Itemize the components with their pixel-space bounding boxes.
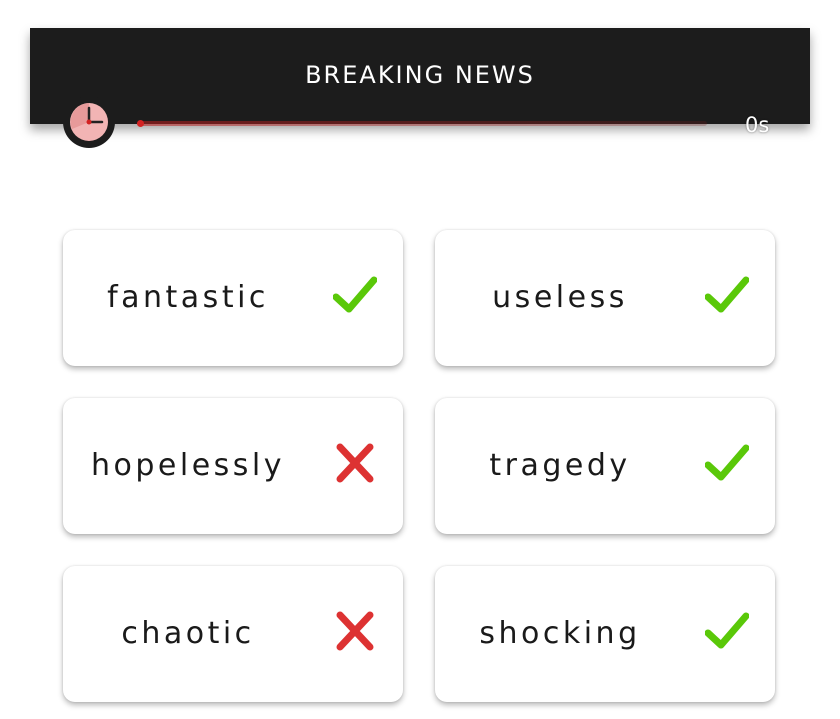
page-title: BREAKING NEWS — [305, 61, 535, 89]
cross-icon — [336, 443, 374, 483]
checkmark-icon — [705, 276, 749, 313]
timer-text: 0s — [745, 113, 770, 137]
header-bar: BREAKING NEWS — [30, 28, 810, 124]
answer-word: fantastic — [107, 280, 269, 315]
timer-progress-bar — [137, 120, 707, 127]
answer-word: hopelessly — [90, 448, 285, 483]
clock-icon — [63, 96, 115, 148]
checkmark-icon — [333, 276, 377, 313]
answer-card-chaotic[interactable]: chaotic — [63, 566, 403, 702]
answer-word: useless — [492, 280, 628, 315]
checkmark-icon — [705, 612, 749, 649]
cross-icon — [336, 611, 374, 651]
answer-card-shocking[interactable]: shocking — [435, 566, 775, 702]
answer-card-fantastic[interactable]: fantastic — [63, 230, 403, 366]
answer-card-hopelessly[interactable]: hopelessly — [63, 398, 403, 534]
answer-word: tragedy — [489, 448, 631, 483]
answer-card-tragedy[interactable]: tragedy — [435, 398, 775, 534]
timer-progress-indicator — [137, 120, 144, 127]
answer-card-useless[interactable]: useless — [435, 230, 775, 366]
answer-word: chaotic — [121, 616, 255, 651]
checkmark-icon — [705, 444, 749, 481]
answer-word: shocking — [479, 616, 641, 651]
